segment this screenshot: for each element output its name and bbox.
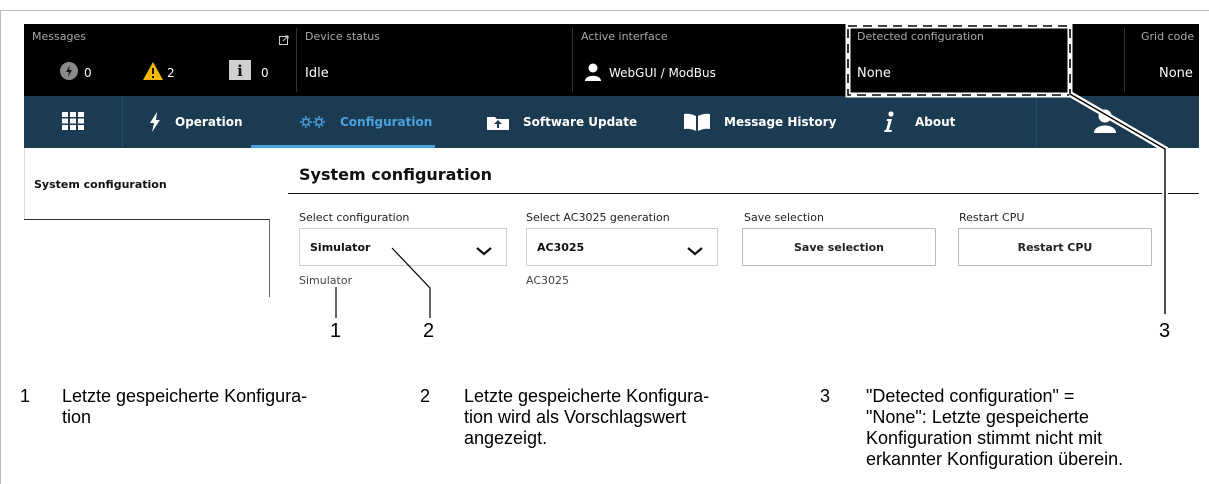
legend-number-2: 2 — [420, 386, 431, 406]
legend-line: "None": Letzte gespeicherte — [866, 407, 1089, 427]
legend-number-1: 1 — [20, 386, 31, 406]
callout-3-line — [1069, 93, 1166, 314]
callout-marker-2: 2 — [423, 320, 435, 342]
callout-2-line — [391, 247, 431, 318]
legend-number-3: 3 — [820, 386, 831, 406]
callout-marker-1: 1 — [330, 320, 342, 342]
legend-line: tion wird als Vorschlagswert — [464, 407, 687, 427]
callout-3-line-halo — [1068, 91, 1168, 314]
callout-marker-3: 3 — [1159, 320, 1171, 342]
legend-line: angezeigt. — [464, 428, 548, 448]
legend-text-1: Letzte gespeicherte Konfigura- tion — [62, 386, 307, 428]
legend-line: "Detected configuration" = — [866, 386, 1075, 406]
legend-text-3: "Detected configuration" = "None": Letzt… — [866, 386, 1123, 470]
detected-configuration-highlight-dashes — [847, 25, 1071, 96]
legend-line: tion — [62, 407, 92, 427]
legend-line: Konfiguration stimmt nicht mit — [866, 428, 1103, 448]
legend-line: Letzte gespeicherte Konfigura- — [62, 386, 308, 406]
legend-text-2: Letzte gespeicherte Konfigura- tion wird… — [464, 386, 709, 449]
detected-configuration-highlight — [845, 23, 1073, 98]
legend-line: Letzte gespeicherte Konfigura- — [464, 386, 710, 406]
legend-line: erkannter Konfiguration überein. — [866, 449, 1124, 469]
